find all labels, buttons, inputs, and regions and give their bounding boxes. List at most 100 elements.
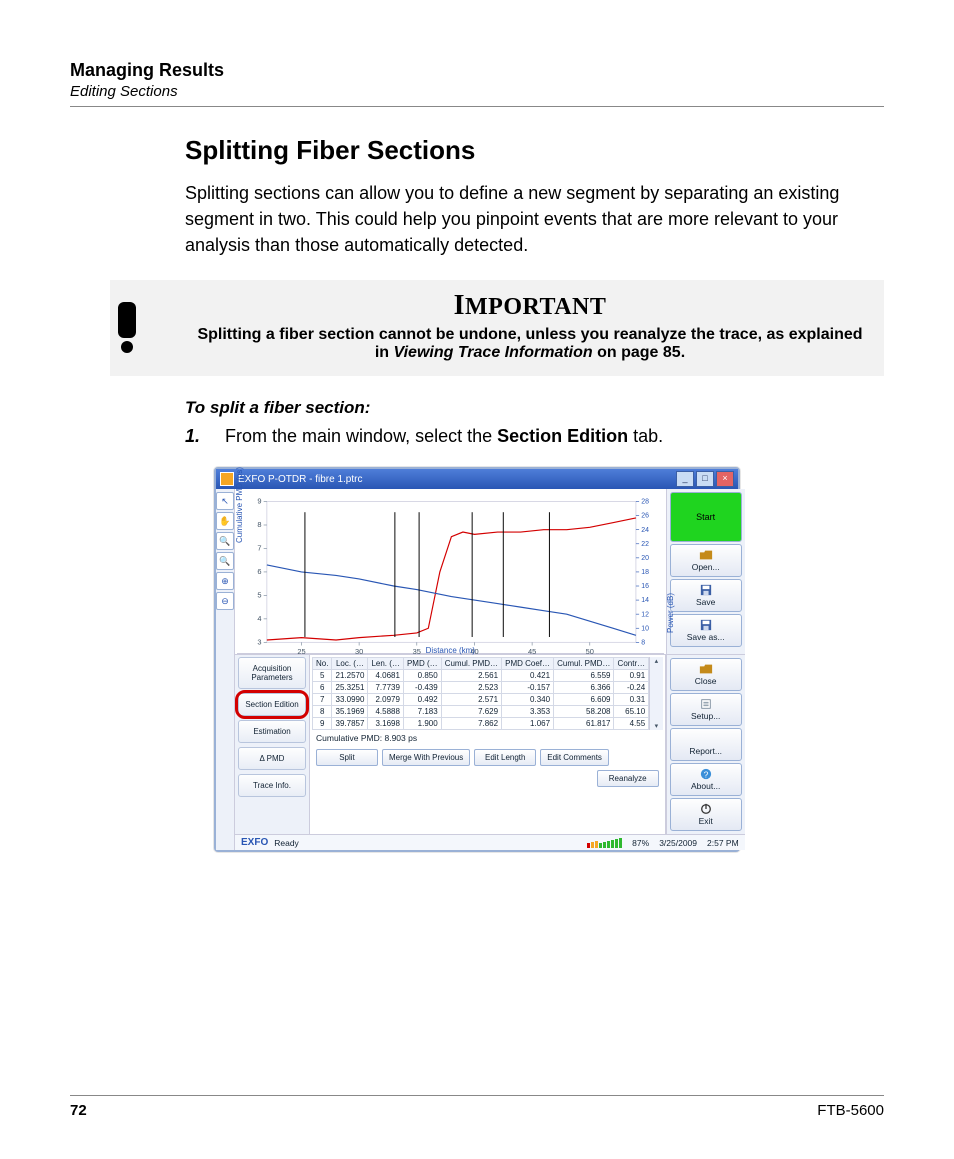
about--button[interactable]: ?About...: [670, 763, 742, 796]
svg-text:16: 16: [641, 583, 649, 590]
save-button[interactable]: Save: [670, 579, 742, 612]
side-button-label: Start: [696, 512, 715, 522]
window-title: EXFO P-OTDR - fibre 1.ptrc: [238, 474, 362, 485]
side-button-label: Save: [696, 597, 715, 607]
table-row[interactable]: 521.25704.06810.8502.5610.4216.5590.91: [313, 670, 649, 682]
cell: 7.862: [441, 718, 501, 730]
cell: 4.0681: [368, 670, 404, 682]
zoom-in-tool[interactable]: ⊕: [216, 572, 234, 590]
svg-text:30: 30: [355, 647, 363, 656]
svg-text:8: 8: [641, 640, 645, 647]
sections-table[interactable]: No.Loc. (…Len. (…PMD (…Cumul. PMD…PMD Co…: [312, 657, 649, 730]
cell: 6.366: [554, 682, 614, 694]
side-button-panel-lower: Close Setup... Report...?About...Exit: [666, 655, 745, 834]
minimize-button[interactable]: _: [676, 471, 694, 487]
zoom-select-tool[interactable]: 🔍: [216, 532, 234, 550]
status-time: 2:57 PM: [707, 838, 739, 848]
cell: 33.0990: [332, 694, 368, 706]
hand-tool[interactable]: ✋: [216, 512, 234, 530]
tab-section-edition[interactable]: Section Edition: [238, 693, 306, 716]
status-ready: Ready: [274, 838, 299, 848]
important-icon: [110, 290, 170, 362]
cell: 0.91: [614, 670, 649, 682]
cell: 3.1698: [368, 718, 404, 730]
cell: 0.421: [502, 670, 554, 682]
cell: 1.067: [502, 718, 554, 730]
zoom-select-tool-2[interactable]: 🔍: [216, 552, 234, 570]
svg-text:20: 20: [641, 555, 649, 562]
side-button-label: About...: [691, 781, 720, 791]
pointer-tool[interactable]: ↖: [216, 492, 234, 510]
table-row[interactable]: 625.32517.7739-0.4392.523-0.1576.366-0.2…: [313, 682, 649, 694]
tab-pmd[interactable]: Δ PMD: [238, 747, 306, 770]
table-row[interactable]: 733.09902.09790.4922.5710.3406.6090.31: [313, 694, 649, 706]
cell: 35.1969: [332, 706, 368, 718]
step-1: 1. From the main window, select the Sect…: [185, 426, 884, 447]
intro-paragraph: Splitting sections can allow you to defi…: [185, 180, 884, 258]
left-tab-list: Acquisition ParametersSection EditionEst…: [235, 655, 310, 834]
cell: 2.523: [441, 682, 501, 694]
zoom-out-tool[interactable]: ⊖: [216, 592, 234, 610]
page-number: 72: [70, 1102, 87, 1119]
battery-icon: [587, 838, 622, 848]
side-button-label: Setup...: [691, 711, 720, 721]
cell: 4.55: [614, 718, 649, 730]
page-footer: 72 FTB-5600: [70, 1095, 884, 1119]
cumulative-pmd-label: Cumulative PMD: 8.903 ps: [312, 730, 663, 746]
cell: 4.5888: [368, 706, 404, 718]
cell: 8: [313, 706, 332, 718]
table-scrollbar[interactable]: ▴▾: [649, 657, 663, 730]
svg-text:9: 9: [257, 497, 261, 506]
cell: 5: [313, 670, 332, 682]
maximize-button[interactable]: □: [696, 471, 714, 487]
step-number: 1.: [185, 426, 209, 447]
y2-axis-label: Power (dB): [666, 593, 675, 633]
trace-chart[interactable]: 2530354045509876543282624222018161412108…: [237, 493, 664, 654]
open--button[interactable]: Open...: [670, 544, 742, 577]
cell: 25.3251: [332, 682, 368, 694]
svg-text:18: 18: [641, 569, 649, 576]
edit-length-button[interactable]: Edit Length: [474, 749, 536, 766]
running-head-section: Editing Sections: [70, 83, 884, 100]
table-row[interactable]: 939.78573.16981.9007.8621.06761.8174.55: [313, 718, 649, 730]
status-date: 3/25/2009: [659, 838, 697, 848]
data-panel: No.Loc. (…Len. (…PMD (…Cumul. PMD…PMD Co…: [310, 655, 666, 834]
howto-heading: To split a fiber section:: [185, 398, 884, 418]
cell: 0.492: [403, 694, 441, 706]
svg-text:50: 50: [586, 647, 594, 656]
action-button-row: SplitMerge With PreviousEdit LengthEdit …: [312, 746, 663, 792]
table-row[interactable]: 835.19694.58887.1837.6293.35358.20865.10: [313, 706, 649, 718]
edit-comments-button[interactable]: Edit Comments: [540, 749, 609, 766]
cell: -0.439: [403, 682, 441, 694]
tab-estimation[interactable]: Estimation: [238, 720, 306, 743]
svg-text:24: 24: [641, 527, 649, 534]
tab-trace-info[interactable]: Trace Info.: [238, 774, 306, 797]
reanalyze-button[interactable]: Reanalyze: [597, 770, 659, 787]
cell: 7.7739: [368, 682, 404, 694]
cell: 1.900: [403, 718, 441, 730]
side-button-label: Close: [695, 676, 717, 686]
product-code: FTB-5600: [817, 1102, 884, 1119]
cell: 21.2570: [332, 670, 368, 682]
start-button[interactable]: Start: [670, 492, 742, 542]
statusbar: EXFO Ready 87% 3/25/2009: [235, 834, 745, 850]
app-screenshot: EXFO P-OTDR - fibre 1.ptrc _ □ × ↖ ✋ 🔍 🔍…: [214, 467, 740, 852]
close-button[interactable]: Close: [670, 658, 742, 691]
cell: 0.340: [502, 694, 554, 706]
x-axis-label: Distance (km): [426, 646, 475, 655]
cell: -0.24: [614, 682, 649, 694]
svg-text:7: 7: [257, 544, 261, 553]
split-button[interactable]: Split: [316, 749, 378, 766]
setup--button[interactable]: Setup...: [670, 693, 742, 726]
svg-text:12: 12: [641, 612, 649, 619]
cell: 7: [313, 694, 332, 706]
close-button[interactable]: ×: [716, 471, 734, 487]
side-button-label: Save as...: [687, 632, 725, 642]
save-as--button[interactable]: Save as...: [670, 614, 742, 647]
vertical-toolbar: ↖ ✋ 🔍 🔍 ⊕ ⊖: [216, 489, 235, 850]
svg-text:10: 10: [641, 626, 649, 633]
merge-with-previous-button[interactable]: Merge With Previous: [382, 749, 470, 766]
cell: 0.31: [614, 694, 649, 706]
report--button[interactable]: Report...: [670, 728, 742, 761]
exit-button[interactable]: Exit: [670, 798, 742, 831]
